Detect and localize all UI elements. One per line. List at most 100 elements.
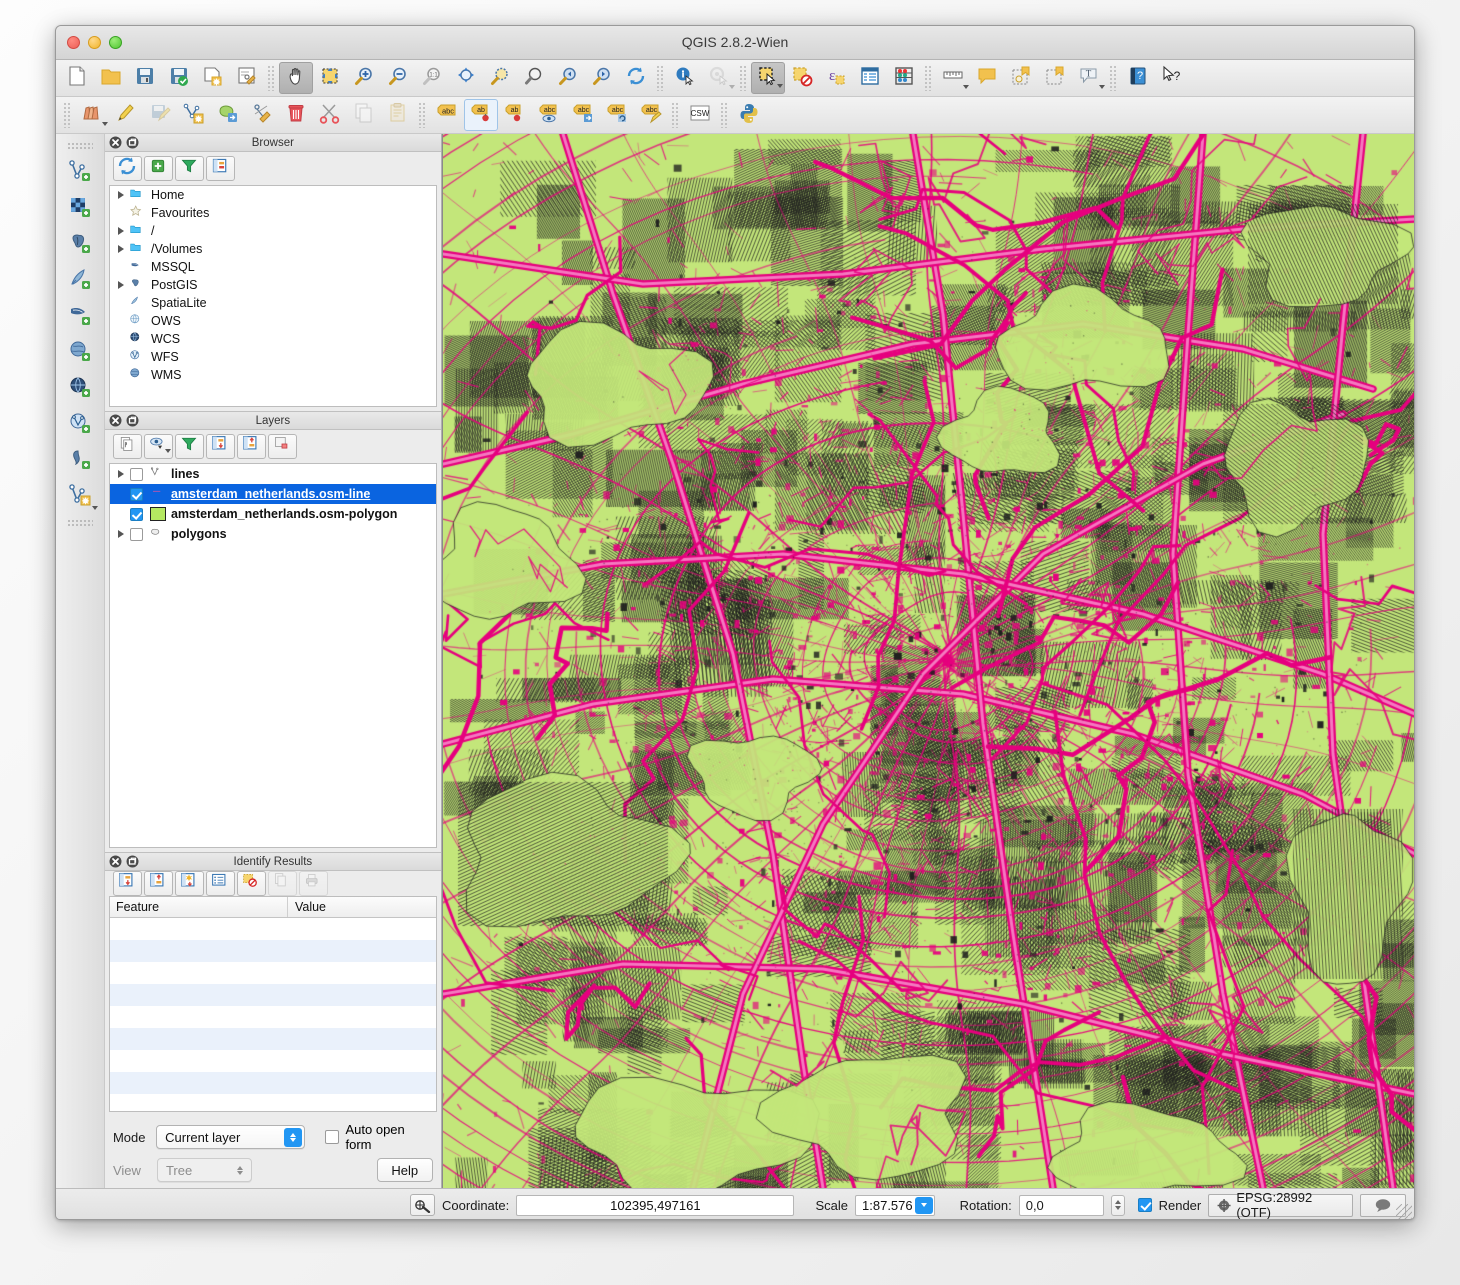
chevron-down-icon[interactable] [92, 506, 98, 510]
zoom-last-button[interactable] [551, 62, 585, 94]
table-row[interactable] [110, 984, 436, 1006]
node-tool-button[interactable] [245, 99, 279, 131]
auto-open-form-checkbox[interactable] [325, 1130, 339, 1144]
composer-manager-button[interactable] [230, 62, 264, 94]
save-layer-edits-button[interactable] [143, 99, 177, 131]
zoom-next-button[interactable] [585, 62, 619, 94]
table-row[interactable] [110, 962, 436, 984]
rotation-stepper-icon[interactable] [1111, 1195, 1125, 1216]
browser-item-volumes[interactable]: /Volumes [110, 240, 436, 258]
refresh-button[interactable] [619, 62, 653, 94]
remove-layer-group-button[interactable] [268, 434, 297, 459]
layer-visibility-checkbox[interactable] [130, 468, 143, 481]
rotate-label-button[interactable]: abc [600, 99, 634, 131]
table-row[interactable] [110, 1072, 436, 1094]
browser-item-mssql[interactable]: MSSQL [110, 258, 436, 276]
layers-close-icon[interactable] [109, 414, 122, 427]
new-shapefile-layer-button[interactable] [61, 479, 99, 515]
browser-item-home[interactable]: Home [110, 186, 436, 204]
table-row[interactable] [110, 940, 436, 962]
add-delimited-text-layer-button[interactable] [61, 443, 99, 479]
browser-item-wfs[interactable]: WFS [110, 348, 436, 366]
table-row[interactable] [110, 1028, 436, 1050]
help-button[interactable]: Help [377, 1158, 433, 1182]
pin-labels-button[interactable]: abc [566, 99, 600, 131]
add-spatialite-layer-button[interactable] [61, 263, 99, 299]
identify-close-icon[interactable] [109, 855, 122, 868]
crosshair-toggle-icon[interactable] [410, 1194, 435, 1216]
layer-visibility-checkbox[interactable] [130, 488, 143, 501]
copy-feature-button[interactable] [268, 871, 297, 896]
mode-select[interactable]: Current layer [156, 1125, 305, 1149]
select-features-button[interactable] [751, 62, 785, 94]
map-tips-button[interactable] [970, 62, 1004, 94]
layer-visibility-checkbox[interactable] [130, 528, 143, 541]
browser-item-spatialite[interactable]: SpatiaLite [110, 294, 436, 312]
browser-item-favourites[interactable]: Favourites [110, 204, 436, 222]
paste-features-button[interactable] [381, 99, 415, 131]
render-checkbox[interactable] [1138, 1198, 1151, 1212]
expand-tree-button[interactable] [113, 871, 142, 896]
chevron-down-icon[interactable] [729, 85, 735, 89]
new-print-composer-button[interactable] [196, 62, 230, 94]
layers-tree[interactable]: linesamsterdam_netherlands.osm-lineamste… [109, 463, 437, 848]
expand-new-results-button[interactable] [175, 871, 204, 896]
chevron-down-icon[interactable] [777, 84, 783, 88]
view-stepper-icon[interactable] [231, 1161, 249, 1180]
add-feature-polygon-button[interactable] [211, 99, 245, 131]
browser-item-wcs[interactable]: WCS [110, 330, 436, 348]
toolbar-grip[interactable] [67, 142, 93, 151]
view-select[interactable]: Tree [157, 1158, 252, 1182]
add-mssql-layer-button[interactable] [61, 299, 99, 335]
identify-features-button[interactable] [668, 62, 702, 94]
zoom-to-layer-button[interactable] [517, 62, 551, 94]
expand-arrow-icon[interactable] [114, 224, 128, 238]
table-row[interactable] [110, 1006, 436, 1028]
python-console-button[interactable] [732, 99, 766, 131]
browser-float-icon[interactable] [126, 136, 139, 149]
zoom-full-button[interactable] [449, 62, 483, 94]
layer-visibility-checkbox[interactable] [130, 508, 143, 521]
show-bookmarks-button[interactable] [1038, 62, 1072, 94]
label-layer-button[interactable]: abc [430, 99, 464, 131]
expand-arrow-icon[interactable] [114, 278, 128, 292]
layer-item-amsterdam-netherlands-osm-polygon[interactable]: amsterdam_netherlands.osm-polygon [110, 504, 436, 524]
manage-layer-visibility-button[interactable] [144, 434, 173, 459]
browser-item-[interactable]: / [110, 222, 436, 240]
rotation-input[interactable]: 0,0 [1019, 1195, 1104, 1216]
table-row[interactable] [110, 1094, 436, 1112]
expand-arrow-icon[interactable] [114, 527, 128, 541]
layer-item-amsterdam-netherlands-osm-line[interactable]: amsterdam_netherlands.osm-line [110, 484, 436, 504]
new-label-button[interactable]: ab [464, 99, 498, 131]
crs-status-button[interactable]: EPSG:28992 (OTF) [1208, 1194, 1352, 1217]
open-layer-styling-button[interactable] [113, 434, 142, 459]
filter-browser-button[interactable] [175, 156, 204, 181]
cut-features-button[interactable] [313, 99, 347, 131]
save-project-button[interactable] [128, 62, 162, 94]
pan-to-selection-button[interactable] [313, 62, 347, 94]
text-annotation-button[interactable]: T [1072, 62, 1106, 94]
expand-all-button[interactable] [206, 434, 235, 459]
current-edits-button[interactable] [75, 99, 109, 131]
browser-tree[interactable]: HomeFavourites//VolumesMSSQLPostGISSpati… [109, 185, 437, 407]
add-wms-layer-button[interactable] [61, 371, 99, 407]
deselect-features-button[interactable] [785, 62, 819, 94]
add-feature-line-button[interactable] [177, 99, 211, 131]
add-raster-layer-button[interactable] [61, 191, 99, 227]
coordinate-input[interactable]: 102395,497161 [516, 1195, 794, 1216]
zoom-out-button[interactable] [381, 62, 415, 94]
mode-stepper-icon[interactable] [284, 1128, 302, 1147]
add-selected-layers-button[interactable] [144, 156, 173, 181]
table-row[interactable] [110, 918, 436, 940]
statistical-summary-button[interactable] [887, 62, 921, 94]
refresh-browser-button[interactable] [113, 156, 142, 181]
pan-map-button[interactable] [279, 62, 313, 94]
window-resize-grip[interactable] [1396, 1204, 1412, 1220]
layer-item-lines[interactable]: lines [110, 464, 436, 484]
layers-float-icon[interactable] [126, 414, 139, 427]
collapse-all-button[interactable] [206, 156, 235, 181]
save-project-as-button[interactable] [162, 62, 196, 94]
show-hide-labels-button[interactable]: abc [532, 99, 566, 131]
open-project-button[interactable] [94, 62, 128, 94]
scale-combo[interactable]: 1:87.576 [855, 1195, 935, 1216]
